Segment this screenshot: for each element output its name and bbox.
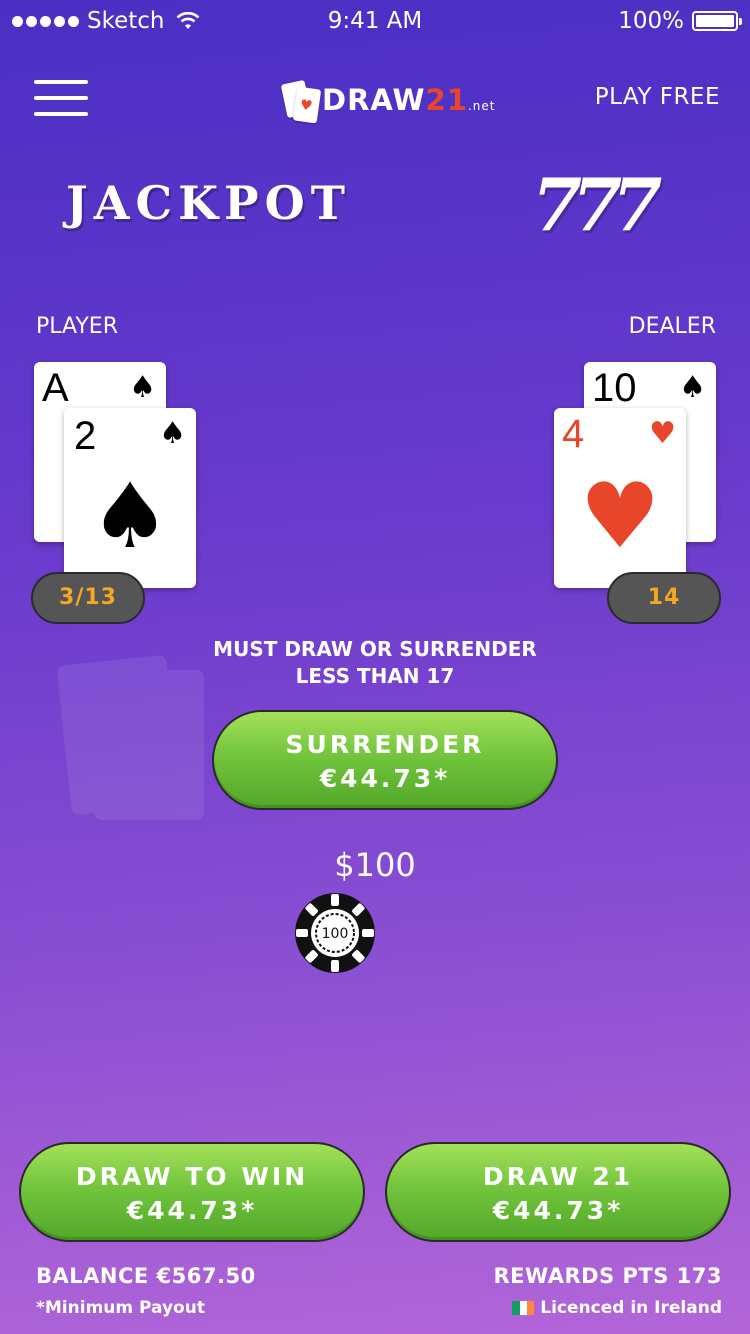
status-right: 100% xyxy=(618,8,742,34)
min-payout-note: *Minimum Payout xyxy=(36,1298,205,1318)
heart-large-icon: ♥ xyxy=(579,464,661,569)
logo-net: .net xyxy=(467,99,496,113)
balance-text: BALANCE €567.50 xyxy=(36,1264,256,1288)
licence-note: Licenced in Ireland xyxy=(512,1298,722,1318)
dealer-label: DEALER xyxy=(628,314,716,339)
draw-21-amount: €44.73* xyxy=(492,1196,624,1225)
ireland-flag-icon xyxy=(512,1301,535,1315)
bet-amount: $100 xyxy=(334,846,416,884)
surrender-amount: €44.73* xyxy=(319,764,451,793)
draw-to-win-amount: €44.73* xyxy=(126,1196,258,1225)
dealer-score-badge: 14 xyxy=(607,572,721,624)
sevens-logo: 777 xyxy=(532,162,662,247)
hamburger-menu-icon[interactable] xyxy=(34,78,88,118)
logo-text: DRAW21.net xyxy=(322,80,495,126)
dealer-card-2: 4 ♥ ♥ xyxy=(554,408,686,588)
licence-text: Licenced in Ireland xyxy=(540,1298,722,1318)
draw-to-win-label: DRAW TO WIN xyxy=(75,1162,309,1191)
draw-21-label: DRAW 21 xyxy=(482,1162,634,1191)
player-label: PLAYER xyxy=(36,314,118,339)
spade-icon: ♠ xyxy=(159,416,186,451)
heart-icon: ♥ xyxy=(649,416,676,451)
player-score-badge: 3/13 xyxy=(31,572,145,624)
surrender-button[interactable]: SURRENDER €44.73* xyxy=(212,710,558,810)
rewards-points: REWARDS PTS 173 xyxy=(493,1264,722,1288)
battery-icon xyxy=(692,11,742,31)
player-card-2: 2 ♠ ♠ xyxy=(64,408,196,588)
spade-icon: ♠ xyxy=(129,370,156,405)
rule-message: MUST DRAW OR SURRENDER LESS THAN 17 xyxy=(0,636,750,690)
logo[interactable]: DRAW21.net xyxy=(280,78,495,126)
play-free-link[interactable]: PLAY FREE xyxy=(595,84,720,110)
rule-message-line1: MUST DRAW OR SURRENDER xyxy=(213,637,537,661)
spade-large-icon: ♠ xyxy=(89,464,171,569)
logo-21: 21 xyxy=(425,83,468,117)
jackpot-title: JACKPOT xyxy=(66,176,351,230)
status-bar: Sketch 9:41 AM 100% xyxy=(0,0,750,40)
card-rank: 10 xyxy=(592,366,637,410)
rule-message-line2: LESS THAN 17 xyxy=(295,664,455,688)
surrender-label: SURRENDER xyxy=(285,730,485,759)
logo-cards-icon xyxy=(280,79,322,126)
battery-percent: 100% xyxy=(618,8,684,34)
chip-value: 100 xyxy=(322,926,349,942)
card-rank: 2 xyxy=(74,414,97,458)
spade-icon: ♠ xyxy=(679,370,706,405)
logo-draw: DRAW xyxy=(322,83,426,117)
card-rank: 4 xyxy=(562,412,585,456)
draw-to-win-button[interactable]: DRAW TO WIN €44.73* xyxy=(19,1142,365,1242)
card-rank: A xyxy=(42,366,69,410)
draw-21-button[interactable]: DRAW 21 €44.73* xyxy=(385,1142,731,1242)
poker-chip-icon[interactable]: 100 xyxy=(295,893,375,973)
